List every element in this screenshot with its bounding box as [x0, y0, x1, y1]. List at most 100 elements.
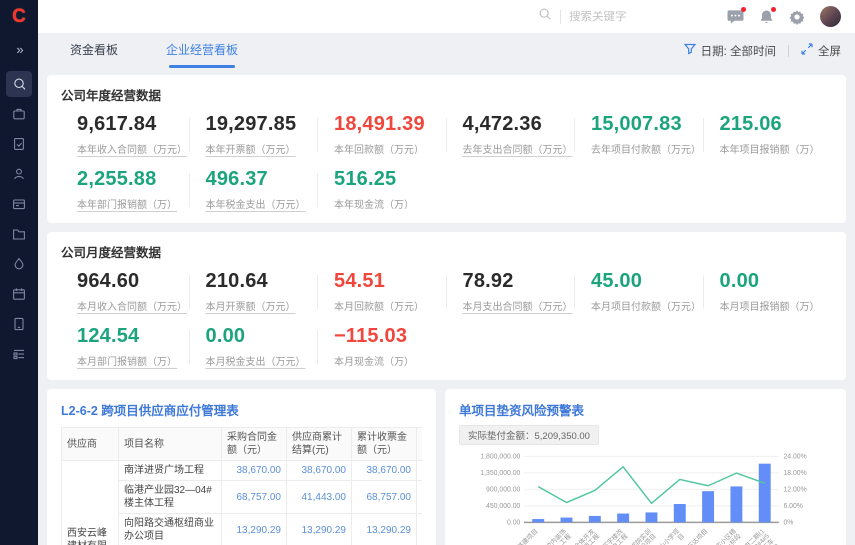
monthly-kpi-label[interactable]: 本月税金支出（万元） [206, 353, 319, 368]
annual-kpi-5: 215.06 本年项目报销额（万） [704, 113, 833, 156]
sidebar-item-id-card[interactable] [6, 191, 32, 217]
amount-cell[interactable]: 68,757.00 [222, 481, 287, 514]
top-bar [38, 0, 855, 33]
main-area: 资金看板 企业经营看板 日期: 全部时间 全屏 公司年度经营数据 9,617.8… [38, 0, 855, 545]
table-column-header: 供应商 [62, 428, 119, 461]
amount-cell[interactable]: 13,290.29 [417, 514, 423, 545]
tab-enterprise-dashboard[interactable]: 企业经营看板 [142, 33, 262, 68]
annual-kpi-label: 本年回款额（万元） [334, 141, 447, 156]
sidebar-item-folder[interactable] [6, 221, 32, 247]
filter-funnel-icon [684, 43, 696, 58]
annual-kpi-value: 2,255.88 [77, 168, 190, 191]
logo-c-icon: C [12, 6, 26, 28]
amount-cell[interactable]: 38,670.00 [417, 461, 423, 481]
project-name-cell: 临港产业园32—04#楼主体工程 [119, 481, 222, 514]
app-logo[interactable]: C [0, 0, 38, 34]
sidebar-item-briefcase[interactable] [6, 101, 32, 127]
tablet-icon [11, 316, 27, 332]
bar-actual-amount[interactable] [532, 519, 544, 522]
annual-kpi-label[interactable]: 本年收入合同额（万元） [77, 141, 190, 156]
bar-actual-amount[interactable] [589, 516, 601, 522]
risk-chart-plot[interactable]: 1,800,000.0024.00%1,350,000.0018.00%900,… [459, 449, 832, 545]
bar-actual-amount[interactable] [561, 518, 573, 523]
annual-section-title: 公司年度经营数据 [61, 85, 832, 104]
right-axis-tick: 0% [783, 520, 793, 527]
annual-kpi-value: 215.06 [720, 113, 833, 136]
annual-kpi-label[interactable]: 本年部门报销额（万） [77, 196, 190, 211]
monthly-kpi-label[interactable]: 本月支出合同额（万元） [463, 298, 576, 313]
monthly-kpi-value: 78.92 [463, 270, 576, 293]
risk-chart-title: 单项目垫资风险预警表 [459, 400, 832, 419]
annual-kpi-label: 去年项目付款额（万元） [591, 141, 704, 156]
left-axis-tick: 900,000.00 [486, 487, 521, 494]
bar-actual-amount[interactable] [617, 514, 629, 523]
monthly-kpi-7: 0.00本月税金支出（万元） [190, 325, 319, 368]
monthly-kpi-label: 本月项目报销额（万） [720, 298, 833, 313]
toolbar-divider [788, 45, 789, 57]
amount-cell[interactable]: 68,757.00 [352, 481, 417, 514]
amount-cell[interactable]: 41,443.00 [417, 481, 423, 514]
sidebar-expand-icon[interactable]: » [16, 42, 21, 57]
table-column-header: 累计收票金额（元） [352, 428, 417, 461]
search-input[interactable] [569, 11, 664, 23]
monthly-kpi-8: −115.03本月现金流（万） [318, 325, 447, 368]
amount-cell[interactable]: 13,290.29 [222, 514, 287, 545]
folder-icon [11, 226, 27, 242]
annual-kpi-3: 4,472.36去年支出合同额（万元） [447, 113, 576, 156]
table-column-header: 供应商累计结算(元) [287, 428, 352, 461]
bar-actual-amount[interactable] [730, 486, 742, 522]
annual-kpi-label: 本年项目报销额（万） [720, 141, 833, 156]
bar-actual-amount[interactable] [702, 491, 714, 522]
monthly-kpi-label[interactable]: 本月收入合同额（万元） [77, 298, 190, 313]
monthly-kpi-label[interactable]: 本月开票额（万元） [206, 298, 319, 313]
amount-cell[interactable]: 38,670.00 [222, 461, 287, 481]
sidebar-item-document-check[interactable] [6, 131, 32, 157]
monthly-section-title: 公司月度经营数据 [61, 242, 832, 261]
sidebar-item-calendar[interactable] [6, 281, 32, 307]
annual-kpi-value: 496.37 [206, 168, 319, 191]
sidebar-item-water-drop[interactable] [6, 251, 32, 277]
tab-fund-dashboard[interactable]: 资金看板 [46, 33, 142, 68]
search-icon [538, 7, 552, 26]
right-axis-tick: 6.00% [783, 503, 802, 510]
search-icon [11, 76, 27, 92]
sidebar-item-tablet[interactable] [6, 311, 32, 337]
notifications-bell-icon[interactable] [759, 9, 774, 25]
supplier-name-cell: 西安云峰建材有限公司 [62, 461, 119, 545]
messages-icon[interactable] [727, 9, 744, 24]
monthly-kpi-value: 964.60 [77, 270, 190, 293]
risk-warning-panel: 单项目垫资风险预警表 实际垫付金额：5,209,350.00 1,800,000… [445, 389, 846, 545]
fullscreen-button[interactable]: 全屏 [801, 43, 841, 59]
amount-cell[interactable]: 38,670.00 [352, 461, 417, 481]
supplier-table-scroll-area[interactable]: 供应商项目名称采购合同金额（元）供应商累计结算(元)累计收票金额（元）累计付款金… [61, 427, 422, 545]
bar-actual-amount[interactable] [646, 512, 658, 522]
amount-cell[interactable]: 41,443.00 [287, 481, 352, 514]
user-avatar[interactable] [820, 6, 841, 27]
left-axis-tick: 1,800,000.00 [480, 454, 520, 461]
amount-cell[interactable]: 13,290.29 [352, 514, 417, 545]
settings-gear-icon[interactable] [789, 9, 805, 25]
annual-kpi-label[interactable]: 本年税金支出（万元） [206, 196, 319, 211]
bar-actual-amount[interactable] [674, 504, 686, 522]
right-axis-tick: 18.00% [783, 470, 806, 477]
supplier-payable-panel: L2-6-2 跨项目供应商应付管理表 供应商项目名称采购合同金额（元）供应商累计… [47, 389, 436, 545]
bar-actual-amount[interactable] [759, 464, 771, 523]
annual-kpi-8: 516.25本年现金流（万） [318, 168, 447, 211]
amount-cell[interactable]: 38,670.00 [287, 461, 352, 481]
sidebar-item-search[interactable] [6, 71, 32, 97]
date-filter[interactable]: 日期: 全部时间 [684, 43, 776, 59]
monthly-kpi-value: 54.51 [334, 270, 447, 293]
sidebar-item-user[interactable] [6, 161, 32, 187]
monthly-kpi-label[interactable]: 本月部门报销额（万） [77, 353, 190, 368]
annual-kpi-value: 9,617.84 [77, 113, 190, 136]
bottom-panels: L2-6-2 跨项目供应商应付管理表 供应商项目名称采购合同金额（元）供应商累计… [47, 389, 846, 545]
monthly-kpi-value: 124.54 [77, 325, 190, 348]
amount-cell[interactable]: 13,290.29 [287, 514, 352, 545]
annual-kpi-value: 18,491.39 [334, 113, 447, 136]
annual-kpi-label[interactable]: 本年开票额（万元） [206, 141, 319, 156]
sidebar-item-report[interactable] [6, 341, 32, 367]
briefcase-icon [11, 106, 27, 122]
annual-kpi-label[interactable]: 去年支出合同额（万元） [463, 141, 576, 156]
table-column-header: 项目名称 [119, 428, 222, 461]
user-icon [11, 166, 27, 182]
